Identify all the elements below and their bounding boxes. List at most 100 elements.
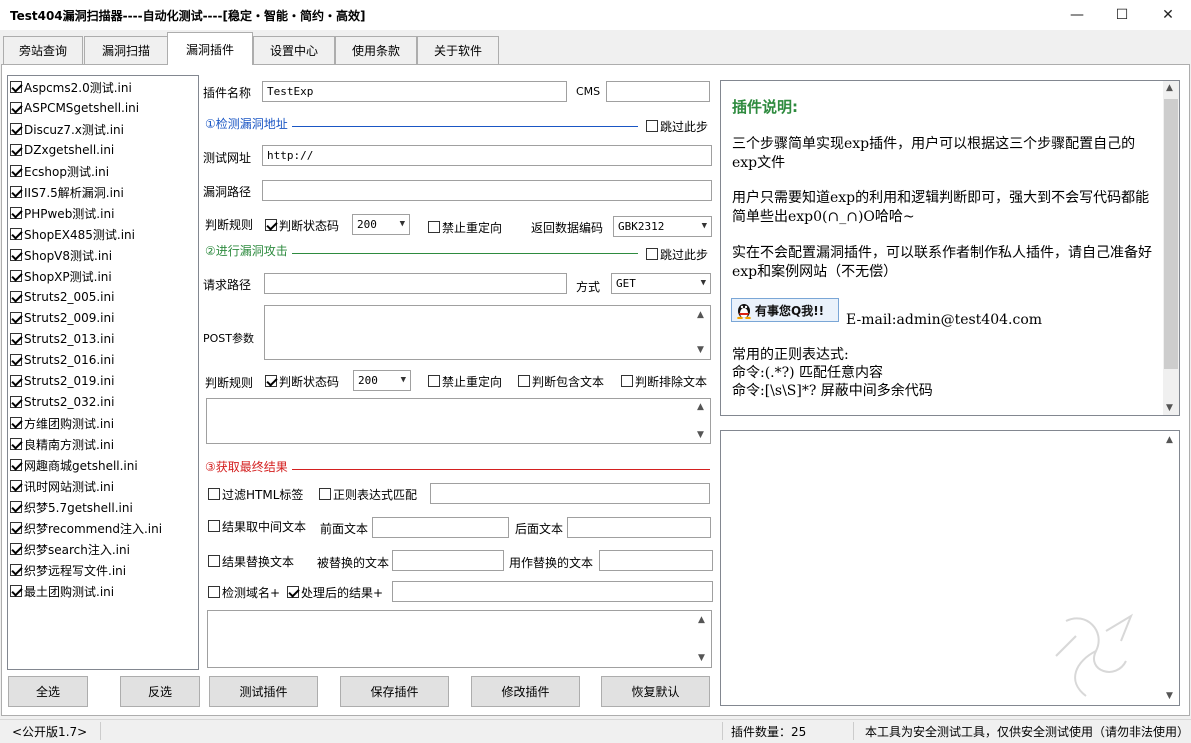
plugin-name-input[interactable]: TestExp — [262, 81, 567, 102]
rule1-no-redirect-checkbox[interactable]: 禁止重定向 — [428, 217, 502, 237]
checkbox[interactable] — [10, 543, 22, 555]
method-select[interactable]: GET ▼ — [611, 273, 711, 294]
processed-result-checkbox[interactable]: 处理后的结果+ — [287, 582, 383, 602]
rule1-status-select[interactable]: 200 ▼ — [352, 214, 410, 235]
checkbox[interactable] — [10, 249, 22, 261]
checkbox[interactable] — [10, 228, 22, 240]
processed-result-input[interactable] — [392, 581, 713, 602]
minimize-button[interactable]: — — [1054, 0, 1100, 30]
rule2-excludes-checkbox[interactable]: 判断排除文本 — [621, 371, 707, 391]
vuln-path-input[interactable] — [262, 180, 712, 201]
edit-plugin-button[interactable]: 修改插件 — [471, 676, 580, 707]
list-item[interactable]: IIS7.5解析漏洞.ini — [10, 182, 124, 202]
back-text-input[interactable] — [567, 517, 711, 538]
scrollbar-thumb[interactable] — [1164, 99, 1178, 369]
check-domain-checkbox[interactable]: 检测域名+ — [208, 582, 280, 602]
tab-vuln-scan[interactable]: 漏洞扫描 — [84, 36, 168, 64]
checkbox[interactable] — [10, 144, 22, 156]
post-params-textarea[interactable]: ▲ ▼ — [264, 305, 711, 360]
replace-with-input[interactable] — [599, 550, 713, 571]
rule-text-textarea[interactable]: ▲ ▼ — [206, 398, 711, 444]
result-textarea[interactable]: ▲ ▼ — [207, 610, 712, 668]
rule2-status-checkbox[interactable]: 判断状态码 — [265, 371, 339, 391]
checkbox[interactable] — [10, 333, 22, 345]
list-item[interactable]: Struts2_013.ini — [10, 329, 114, 349]
skip-step2-checkbox[interactable]: 跳过此步 — [646, 244, 708, 264]
checkbox[interactable] — [10, 522, 22, 534]
invert-selection-button[interactable]: 反选 — [120, 676, 200, 707]
list-item[interactable]: 织梦recommend注入.ini — [10, 518, 162, 538]
save-plugin-button[interactable]: 保存插件 — [340, 676, 449, 707]
output-log[interactable]: ▲ ▼ — [720, 430, 1180, 706]
test-url-input[interactable]: http:// — [262, 145, 712, 166]
list-item[interactable]: PHPweb测试.ini — [10, 203, 114, 223]
regex-input[interactable] — [430, 483, 710, 504]
restore-default-button[interactable]: 恢复默认 — [601, 676, 710, 707]
list-item[interactable]: Struts2_032.ini — [10, 392, 114, 412]
scrollbar[interactable]: ▲ ▼ — [694, 611, 711, 667]
scrollbar[interactable]: ▲ ▼ — [693, 306, 710, 359]
checkbox[interactable] — [10, 501, 22, 513]
tab-about[interactable]: 关于软件 — [417, 36, 499, 64]
plugin-list[interactable]: Aspcms2.0测试.ini ASPCMSgetshell.ini Discu… — [7, 75, 199, 670]
list-item[interactable]: DZxgetshell.ini — [10, 140, 114, 160]
regex-match-checkbox[interactable]: 正则表达式匹配 — [319, 484, 417, 504]
checkbox[interactable] — [10, 417, 22, 429]
front-text-input[interactable] — [372, 517, 509, 538]
checkbox[interactable] — [10, 81, 22, 93]
list-item[interactable]: 织梦search注入.ini — [10, 539, 130, 559]
checkbox[interactable] — [10, 354, 22, 366]
tab-settings[interactable]: 设置中心 — [253, 36, 335, 64]
close-button[interactable]: ✕ — [1145, 0, 1191, 30]
list-item[interactable]: Struts2_019.ini — [10, 371, 114, 391]
list-item[interactable]: Aspcms2.0测试.ini — [10, 77, 132, 97]
checkbox[interactable] — [10, 270, 22, 282]
list-item[interactable]: 讯时网站测试.ini — [10, 476, 114, 496]
mid-text-checkbox[interactable]: 结果取中间文本 — [208, 516, 306, 536]
list-item[interactable]: Struts2_016.ini — [10, 350, 114, 370]
list-item[interactable]: 织梦远程写文件.ini — [10, 560, 126, 580]
checkbox[interactable] — [10, 165, 22, 177]
list-item[interactable]: 良精南方测试.ini — [10, 434, 114, 454]
replaced-text-input[interactable] — [392, 550, 504, 571]
list-item[interactable]: ShopXP测试.ini — [10, 266, 112, 286]
list-item[interactable]: Struts2_009.ini — [10, 308, 114, 328]
tab-side-site-query[interactable]: 旁站查询 — [3, 36, 83, 64]
list-item[interactable]: Discuz7.x测试.ini — [10, 119, 124, 139]
checkbox[interactable] — [10, 459, 22, 471]
rule2-no-redirect-checkbox[interactable]: 禁止重定向 — [428, 371, 502, 391]
list-item[interactable]: 织梦5.7getshell.ini — [10, 497, 133, 517]
encoding-select[interactable]: GBK2312 ▼ — [613, 216, 712, 237]
list-item[interactable]: 方维团购测试.ini — [10, 413, 114, 433]
list-item[interactable]: Struts2_005.ini — [10, 287, 114, 307]
checkbox[interactable] — [10, 312, 22, 324]
checkbox[interactable] — [10, 585, 22, 597]
list-item[interactable]: ShopV8测试.ini — [10, 245, 112, 265]
request-path-input[interactable] — [264, 273, 567, 294]
test-plugin-button[interactable]: 测试插件 — [209, 676, 318, 707]
qq-contact-button[interactable]: 有事您Q我!! — [731, 298, 839, 322]
list-item[interactable]: ASPCMSgetshell.ini — [10, 98, 139, 118]
checkbox[interactable] — [10, 438, 22, 450]
rule2-status-select[interactable]: 200 ▼ — [353, 370, 411, 391]
list-item[interactable]: Ecshop测试.ini — [10, 161, 109, 181]
info-scrollbar[interactable]: ▲ ▼ — [1163, 81, 1179, 415]
scrollbar[interactable]: ▲ ▼ — [693, 399, 710, 443]
scrollbar[interactable]: ▲ ▼ — [1162, 431, 1179, 705]
checkbox[interactable] — [10, 375, 22, 387]
filter-html-checkbox[interactable]: 过滤HTML标签 — [208, 484, 303, 504]
checkbox[interactable] — [10, 102, 22, 114]
skip-step1-checkbox[interactable]: 跳过此步 — [646, 116, 708, 136]
replace-text-checkbox[interactable]: 结果替换文本 — [208, 551, 294, 571]
cms-input[interactable] — [606, 81, 710, 102]
rule2-contains-checkbox[interactable]: 判断包含文本 — [518, 371, 604, 391]
checkbox[interactable] — [10, 480, 22, 492]
list-item[interactable]: 最土团购测试.ini — [10, 581, 114, 601]
tab-vuln-plugin[interactable]: 漏洞插件 — [167, 32, 253, 65]
maximize-button[interactable]: ☐ — [1099, 0, 1145, 30]
rule1-status-checkbox[interactable]: 判断状态码 — [265, 215, 339, 235]
checkbox[interactable] — [10, 291, 22, 303]
list-item[interactable]: ShopEX485测试.ini — [10, 224, 135, 244]
tab-terms[interactable]: 使用条款 — [335, 36, 417, 64]
checkbox[interactable] — [10, 207, 22, 219]
